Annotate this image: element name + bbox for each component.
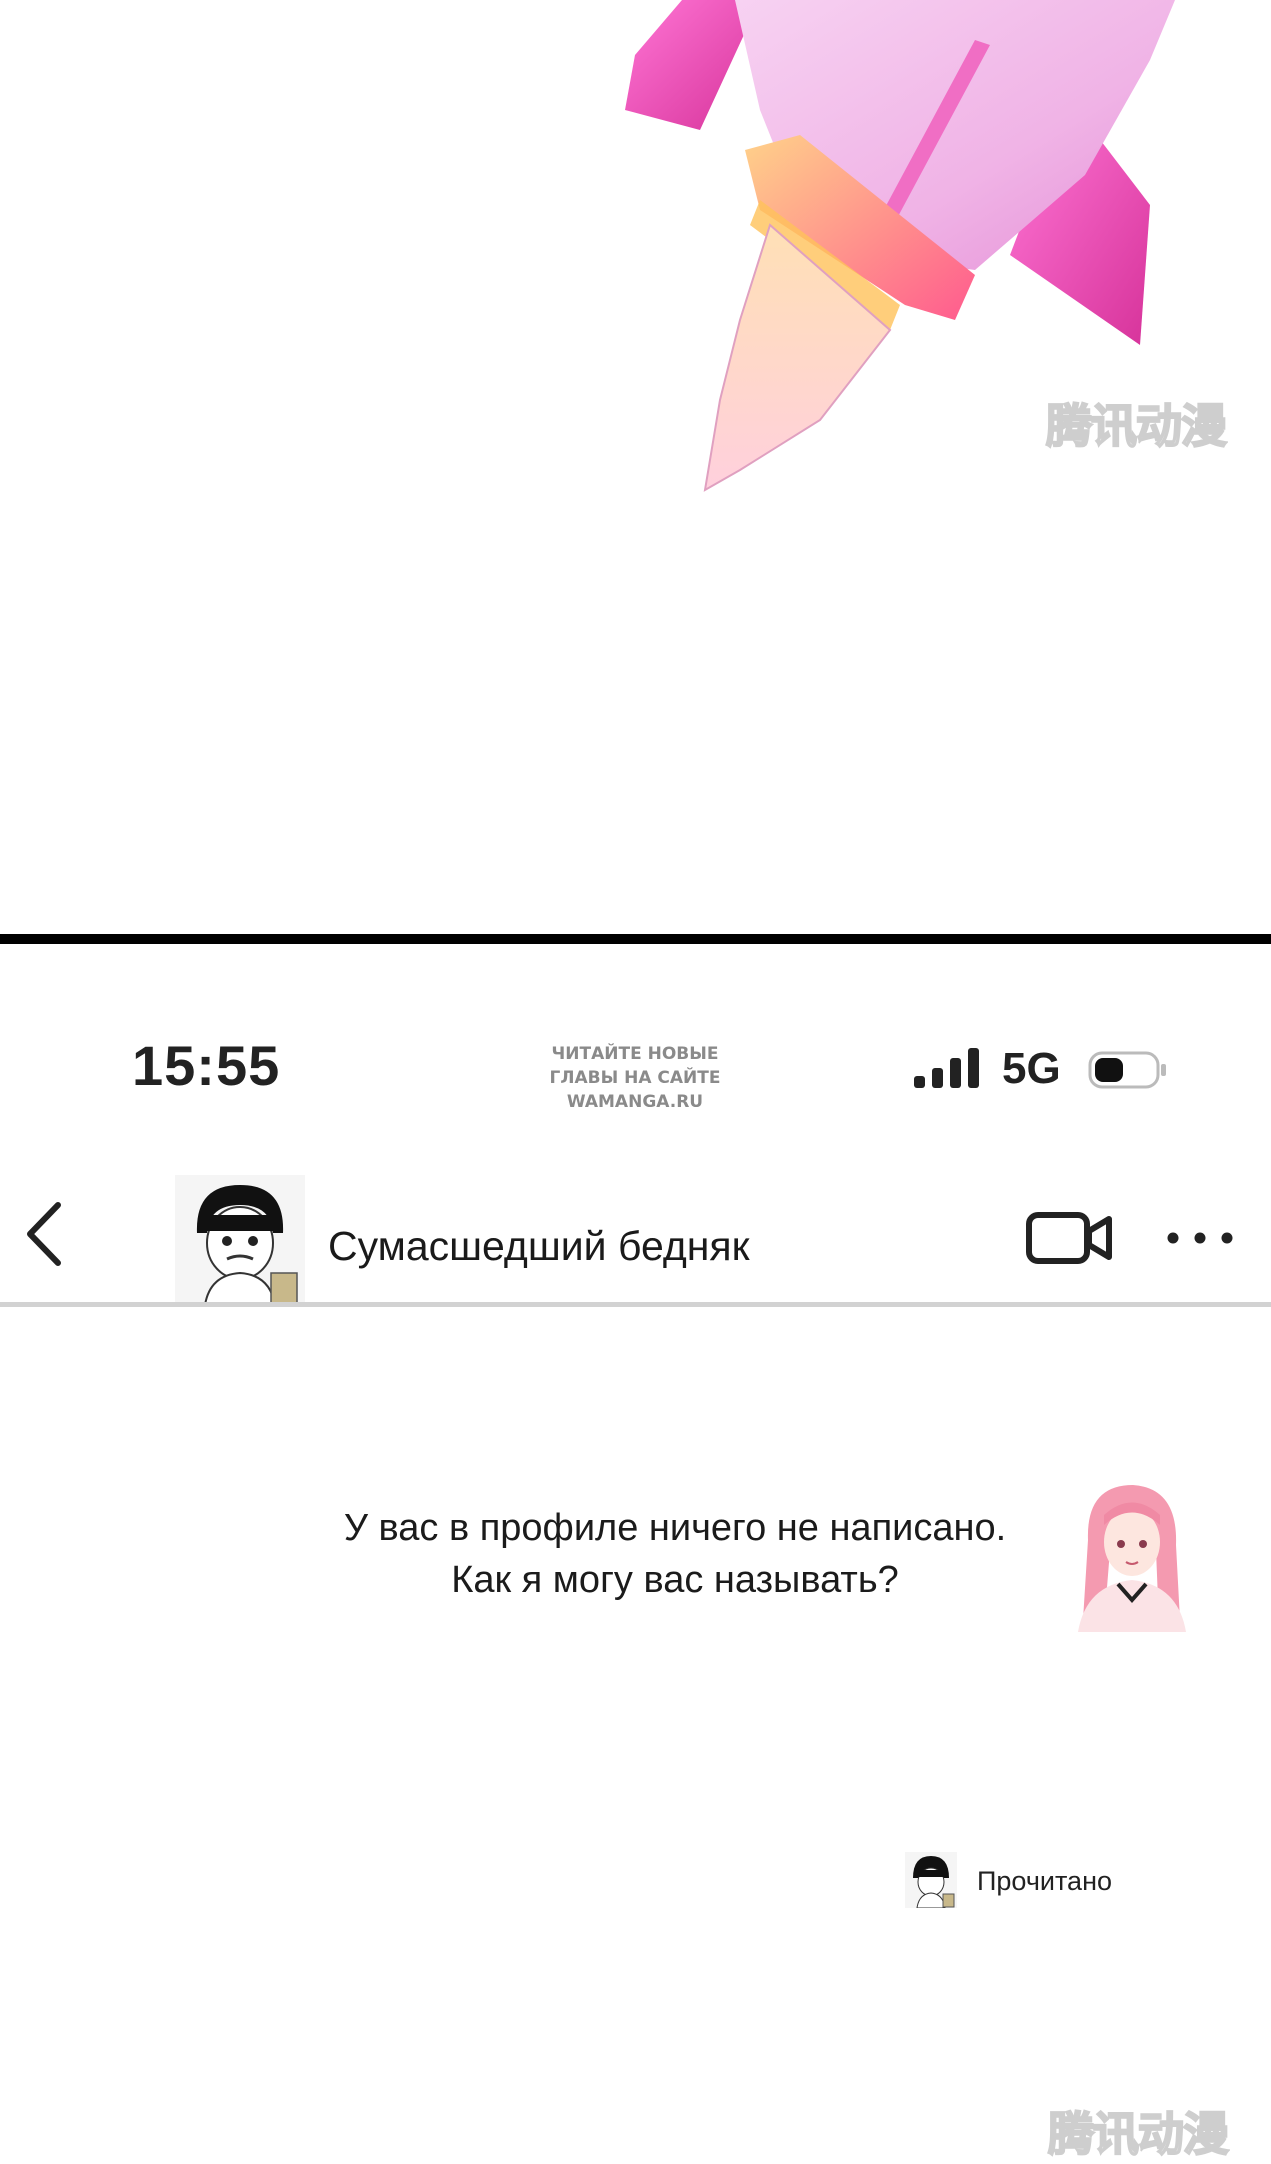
message-line: Как я могу вас называть? bbox=[451, 1559, 899, 1601]
contact-name: Сумасшедший бедняк bbox=[328, 1223, 750, 1269]
chevron-left-icon[interactable] bbox=[20, 1199, 70, 1269]
tencent-watermark: 腾讯动漫 bbox=[1045, 398, 1228, 454]
sender-avatar[interactable] bbox=[1058, 1480, 1198, 1632]
chat-header: Сумасшедший бедняк bbox=[0, 1165, 1271, 1305]
network-type: 5G bbox=[1002, 1044, 1061, 1093]
header-divider bbox=[0, 1302, 1271, 1307]
site-note-line: главы на сайте bbox=[549, 1068, 721, 1088]
clock-time: 15:55 bbox=[132, 1034, 281, 1097]
site-note-line: Читайте новые bbox=[551, 1044, 719, 1064]
read-receipt: Прочитано bbox=[905, 1852, 1205, 1912]
rocket-illustration bbox=[625, 0, 1175, 492]
panel-divider bbox=[0, 934, 1271, 944]
manga-panel-top: 腾讯动漫 bbox=[0, 0, 1271, 934]
site-note-line: wamanga.ru bbox=[566, 1092, 704, 1112]
status-bar: 15:55 Читайте новые главы на сайте waman… bbox=[0, 1020, 1271, 1120]
signal-bars-icon bbox=[914, 1048, 979, 1088]
more-dots-icon[interactable] bbox=[1165, 1223, 1235, 1253]
scanlation-site-note: Читайте новые главы на сайте wamanga.ru bbox=[540, 1042, 730, 1114]
read-status-text: Прочитано bbox=[977, 1866, 1112, 1896]
tencent-watermark: 腾讯动漫 bbox=[1047, 2106, 1230, 2162]
chat-message: У вас в профиле ничего не написано. Как … bbox=[300, 1502, 1050, 1606]
battery-icon bbox=[1088, 1051, 1166, 1089]
reader-avatar bbox=[905, 1852, 957, 1908]
message-line: У вас в профиле ничего не написано. bbox=[343, 1507, 1007, 1549]
video-camera-icon[interactable] bbox=[1025, 1207, 1113, 1269]
contact-avatar[interactable] bbox=[175, 1175, 305, 1305]
